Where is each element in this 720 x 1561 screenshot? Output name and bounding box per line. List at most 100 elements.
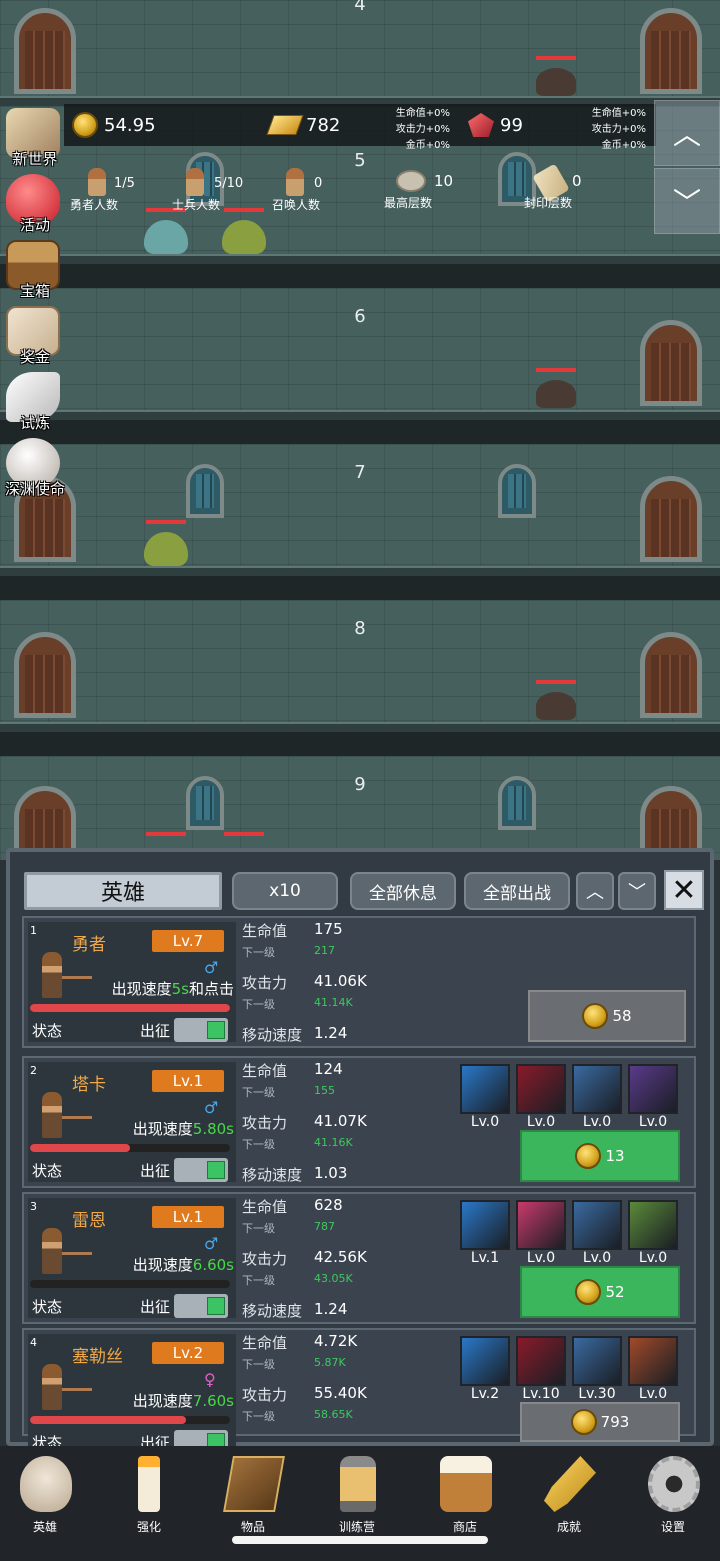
gloves-icon[interactable] [628,1064,678,1114]
skull-icon [20,1456,72,1512]
menu-new-world[interactable]: 新世界 [0,108,70,172]
move-speed-label: 移动速度 [242,1166,303,1184]
deploy-toggle[interactable] [174,1158,228,1182]
spider-enemy [536,68,576,96]
hp-value: 628 [314,1196,343,1214]
bonus-coin: 金币+0% [601,140,646,151]
deploy-all-button[interactable]: 全部出战 [464,872,570,910]
enemy-hp-bar [536,680,576,684]
toggle-knob [207,1161,225,1179]
menu-abyss-mission[interactable]: 深渊使命 [0,438,70,502]
upgrade-button[interactable]: 58 [528,990,686,1042]
upgrade-button[interactable]: 13 [520,1130,680,1182]
deploy-toggle[interactable] [174,1294,228,1318]
spawn-speed: 出现速度5.80s [133,1118,234,1139]
door [14,632,76,718]
speed-value: 6.60s [192,1256,234,1274]
equip-level: Lv.0 [638,1250,668,1266]
atk-next-value: 41.14K [314,996,353,1009]
menu-bonus[interactable]: 奖金 [0,306,70,370]
floor-shadow [0,420,720,444]
next-level-label: 下一级 [242,1222,275,1235]
male-icon: ♂ [204,1234,219,1253]
move-speed-label: 移动速度 [242,1302,303,1320]
female-icon: ♀ [204,1370,216,1389]
gem-icon [468,113,494,137]
hero-name: 塞勒丝 [72,1347,123,1367]
coin-icon [582,1003,609,1029]
spider-enemy [536,692,576,720]
nav-shop[interactable]: 商店 [420,1452,510,1542]
hero-index: 4 [30,1336,37,1349]
menu-label: 活动 [19,216,50,234]
candle-icon [138,1456,160,1512]
hero-card[interactable]: 3 雷恩 Lv.1 ♂ 出现速度6.60s 状态 出征 生命值 628 下一级 … [22,1192,696,1324]
equip-level: Lv.0 [526,1250,556,1266]
menu-chest[interactable]: 宝箱 [0,240,70,304]
nav-items[interactable]: 物品 [208,1452,298,1542]
next-level-label: 下一级 [242,998,275,1011]
hp-value: 175 [314,920,343,938]
scroll-down-button[interactable]: ﹀ [654,168,720,234]
nav-label: 物品 [240,1520,265,1534]
male-icon: ♂ [204,958,219,977]
bonus-hp: 生命值+0% [395,108,450,119]
rest-all-button[interactable]: 全部休息 [350,872,456,910]
menu-trial[interactable]: 试炼 [0,372,70,436]
nav-achievements[interactable]: 成就 [524,1452,614,1542]
nav-training[interactable]: 训练营 [312,1452,402,1542]
axe-icon[interactable] [516,1336,566,1386]
nav-label: 强化 [136,1520,161,1534]
panel-down-button[interactable]: ﹀ [618,872,656,910]
boots-icon[interactable] [572,1200,622,1250]
sealed-floor-value: 0 [572,172,582,190]
boots-icon[interactable] [572,1064,622,1114]
shield-icon[interactable] [460,1064,510,1114]
upgrade-button[interactable]: 793 [520,1402,680,1442]
next-level-label: 下一级 [242,1274,275,1287]
atk-next-value: 43.05K [314,1272,353,1285]
bonus-atk: 攻击力+0% [395,124,450,135]
next-level-label: 下一级 [242,1086,275,1099]
atk-label: 攻击力 [242,1114,288,1132]
hero-count: 1/5 [114,176,135,191]
nav-settings[interactable]: 设置 [628,1452,718,1542]
menu-activity[interactable]: 活动 [0,174,70,238]
soldier-count-stat: 5/10 士兵人数 [172,168,262,214]
boots-icon[interactable] [572,1336,622,1386]
hero-sprite [42,1364,62,1410]
deploy-toggle[interactable] [174,1018,228,1042]
shield-icon[interactable] [460,1200,510,1250]
tab-heroes[interactable]: 英雄 [24,872,222,910]
multiplier-button[interactable]: x10 [232,872,338,910]
coin-counter: 54.95 [72,104,156,146]
home-indicator[interactable] [232,1536,488,1544]
hero-card[interactable]: 2 塔卡 Lv.1 ♂ 出现速度5.80s 状态 出征 生命值 124 下一级 … [22,1056,696,1188]
speed-value: 5.80s [192,1120,234,1138]
panel-up-button[interactable]: ︿ [576,872,614,910]
gloves-icon[interactable] [628,1200,678,1250]
axe-icon[interactable] [516,1064,566,1114]
axe-icon[interactable] [516,1200,566,1250]
gold-bar-icon [266,115,304,135]
gloves-icon[interactable] [628,1336,678,1386]
hero-card[interactable]: 4 塞勒丝 Lv.2 ♀ 出现速度7.60s 状态 出征 生命值 4.72K 下… [22,1328,696,1454]
move-speed-value: 1.03 [314,1164,348,1182]
weapon-icon [62,976,92,979]
hero-icon [88,168,106,196]
hero-name: 雷恩 [72,1211,106,1231]
nav-heroes[interactable]: 英雄 [0,1452,90,1542]
toggle-knob [207,1297,225,1315]
close-button[interactable]: ✕ [664,870,704,910]
shield-icon[interactable] [460,1336,510,1386]
spawn-speed: 出现速度5s和点击 [112,978,234,999]
upgrade-button[interactable]: 52 [520,1266,680,1318]
nav-enhance[interactable]: 强化 [104,1452,194,1542]
soldier-count-label: 士兵人数 [172,198,221,212]
hp-next-value: 5.87K [314,1356,346,1369]
scroll-up-button[interactable]: ︿ [654,100,720,166]
hero-index: 3 [30,1200,37,1213]
chevron-down-icon: ﹀ [672,186,701,219]
deploy-label: 出征 [140,1298,171,1316]
hero-card[interactable]: 1 勇者 Lv.7 ♂ 出现速度5s和点击 状态 出征 生命值 175 下一级 … [22,916,696,1048]
